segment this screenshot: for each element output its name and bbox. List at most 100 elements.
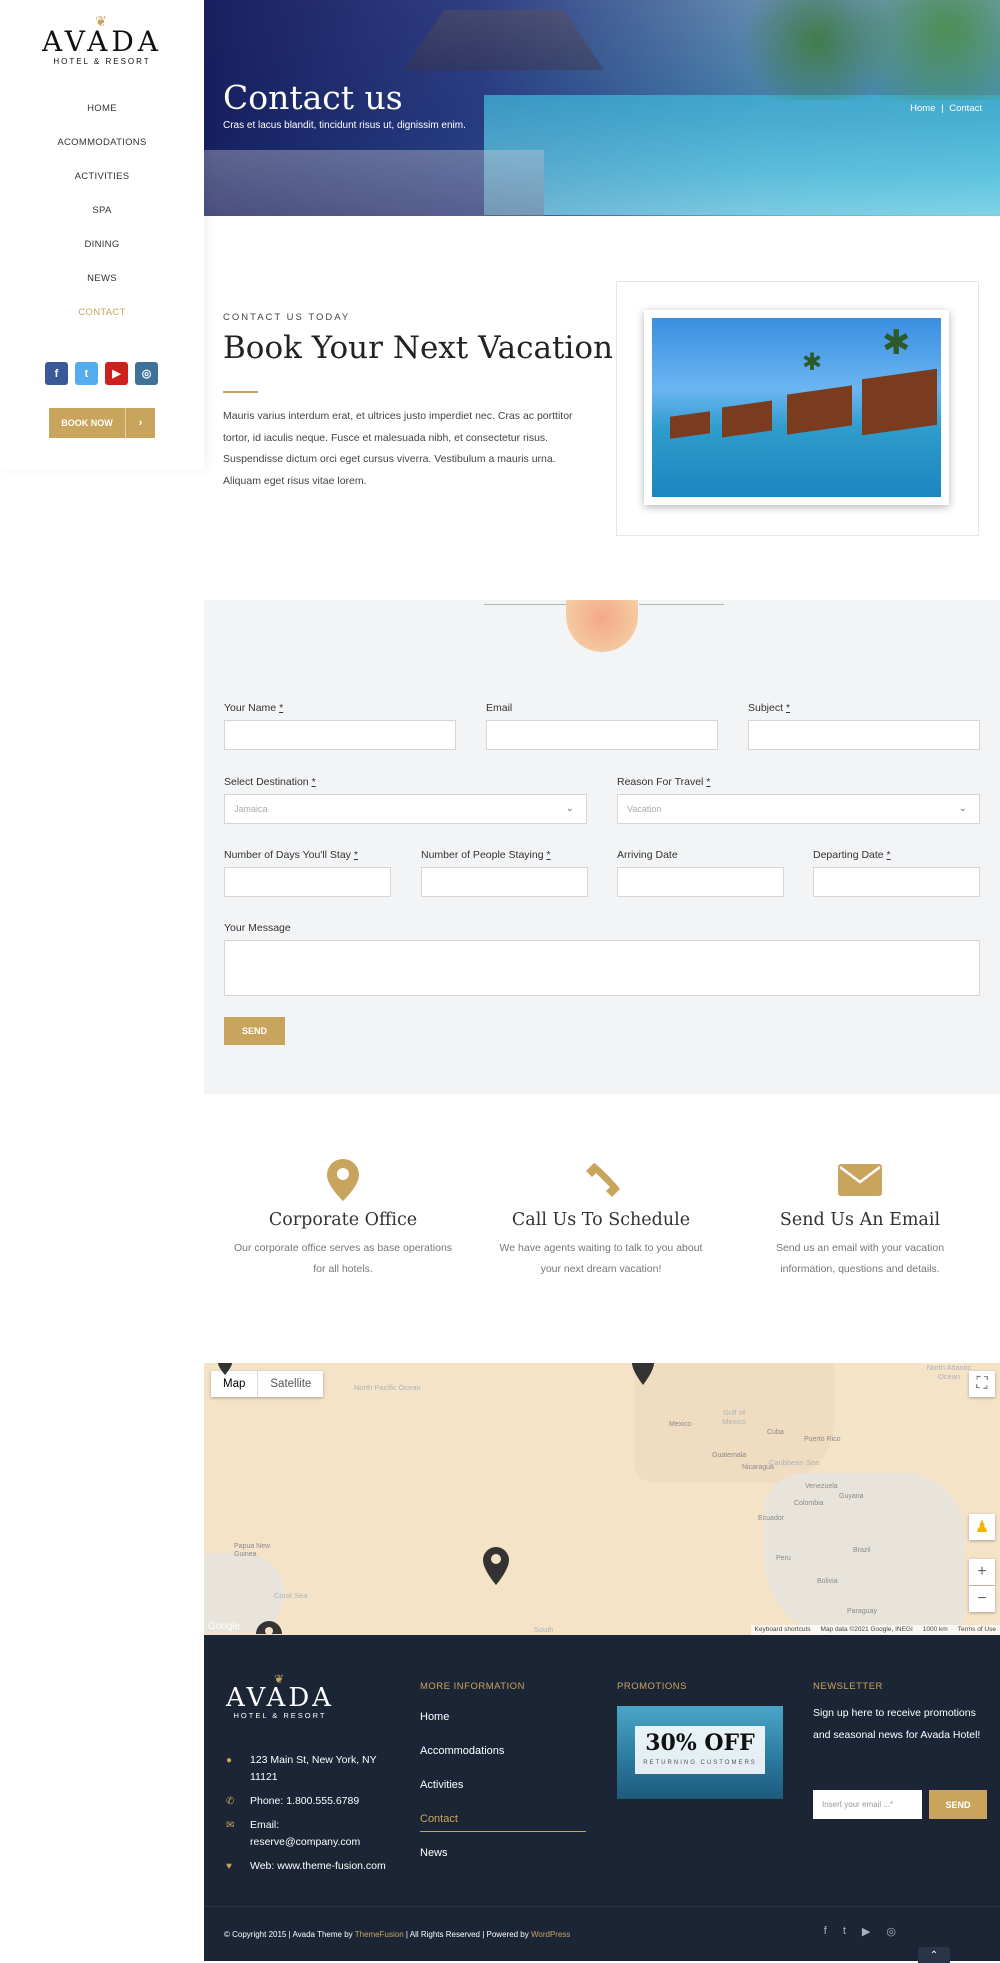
deck-image — [204, 150, 544, 216]
divider — [223, 391, 258, 393]
footer-link-news[interactable]: News — [420, 1840, 586, 1874]
map-label: Peru — [776, 1555, 791, 1562]
main-nav: HOME ACOMMODATIONS ACTIVITIES SPA DINING… — [0, 100, 204, 338]
contact-form-section: Your Name * Email Subject * Select Desti… — [204, 600, 1000, 1094]
keyboard-shortcuts-link[interactable]: Keyboard shortcuts — [755, 1626, 811, 1634]
phone-icon: ✆ — [226, 1796, 235, 1807]
instagram-icon[interactable]: ◎ — [135, 362, 158, 385]
nav-item-accommodations[interactable]: ACOMMODATIONS — [0, 134, 204, 168]
cabana-image — [670, 411, 710, 439]
nav-item-activities[interactable]: ACTIVITIES — [0, 168, 204, 202]
destination-select[interactable]: Jamaica ⌄ — [224, 794, 587, 824]
nav-item-home[interactable]: HOME — [0, 100, 204, 134]
nav-item-news[interactable]: NEWS — [0, 270, 204, 304]
footer-logo-tagline: HOTEL & RESORT — [233, 1711, 327, 1720]
wordpress-link[interactable]: WordPress — [531, 1930, 570, 1939]
departing-label: Departing Date * — [813, 849, 891, 861]
leaf-decoration — [484, 604, 569, 624]
map-marker-icon[interactable] — [218, 1363, 232, 1375]
map-pin-icon: ● — [226, 1755, 233, 1766]
feature-send-email: Send Us An Email Send us an email with y… — [750, 1158, 970, 1280]
reason-value: Vacation — [627, 804, 662, 814]
map-label: Puerto Rico — [804, 1436, 841, 1443]
footer-link-accommodations[interactable]: Accommodations — [420, 1738, 586, 1772]
facebook-icon[interactable]: f — [45, 362, 68, 385]
breadcrumb-current: Contact — [949, 103, 982, 114]
days-field[interactable] — [224, 867, 391, 897]
subject-label: Subject * — [748, 702, 791, 714]
google-logo: Google — [208, 1621, 241, 1632]
name-field[interactable] — [224, 720, 456, 750]
photo-frame: ✱ ✱ — [616, 281, 979, 536]
footer-email[interactable]: ✉ Email: reserve@company.com — [226, 1817, 391, 1851]
youtube-icon[interactable]: ▶ — [862, 1925, 870, 1938]
nav-item-contact[interactable]: CONTACT — [0, 304, 204, 338]
map-label: Guatemala — [712, 1452, 747, 1459]
map-marker-icon[interactable] — [483, 1547, 509, 1585]
more-info-heading: MORE INFORMATION — [420, 1681, 525, 1692]
themefusion-link[interactable]: ThemeFusion — [355, 1930, 404, 1939]
leaf-decoration — [639, 604, 724, 624]
newsletter-email-input[interactable]: Insert your email ...* — [813, 1790, 922, 1819]
facebook-icon[interactable]: f — [824, 1925, 827, 1938]
breadcrumb-home[interactable]: Home — [910, 103, 935, 114]
zoom-in-button[interactable]: + — [969, 1559, 995, 1585]
message-textarea[interactable] — [224, 940, 980, 996]
rose-decoration — [566, 600, 638, 652]
cabana-image — [862, 368, 937, 436]
feature-text: We have agents waiting to talk to you ab… — [499, 1242, 703, 1275]
palm-image: ✱ — [882, 324, 911, 362]
logo[interactable]: ❦ AVADA HOTEL & RESORT — [0, 14, 204, 66]
palm-image: ✱ — [802, 349, 823, 376]
twitter-icon[interactable]: t — [75, 362, 98, 385]
departing-date-field[interactable] — [813, 867, 980, 897]
pegman-icon[interactable]: ♟ — [969, 1514, 995, 1540]
intro-title: Book Your Next Vacation! — [223, 330, 626, 366]
nav-item-dining[interactable]: DINING — [0, 236, 204, 270]
map-marker-icon[interactable] — [256, 1621, 282, 1635]
arriving-date-field[interactable] — [617, 867, 784, 897]
map-label: Coral Sea — [274, 1591, 308, 1600]
google-map[interactable]: North Pacific Ocean North Atlantic Ocean… — [204, 1363, 1000, 1635]
footer-link-contact[interactable]: Contact — [420, 1806, 586, 1832]
email-field[interactable] — [486, 720, 718, 750]
subject-field[interactable] — [748, 720, 980, 750]
logo-name: AVADA — [41, 25, 163, 58]
sidebar: ❦ AVADA HOTEL & RESORT HOME ACOMMODATION… — [0, 0, 204, 470]
name-label: Your Name * — [224, 702, 284, 714]
footer-social: f t ▶ ◎ — [824, 1925, 896, 1938]
fullscreen-icon[interactable]: ⛶ — [969, 1371, 995, 1397]
zoom-out-button[interactable]: − — [969, 1586, 995, 1612]
feature-corporate-office: Corporate Office Our corporate office se… — [233, 1158, 453, 1280]
social-links: f t ▶ ◎ — [45, 362, 158, 385]
trees-image — [740, 0, 1000, 100]
newsletter-send-button[interactable]: SEND — [929, 1790, 987, 1819]
twitter-icon[interactable]: t — [843, 1925, 846, 1938]
cabana-image — [787, 385, 852, 435]
feature-text: Our corporate office serves as base oper… — [233, 1242, 453, 1275]
promo-banner[interactable]: 30% OFF RETURNING CUSTOMERS — [617, 1706, 783, 1799]
footer-logo[interactable]: ❦ AVADA HOTEL & RESORT — [220, 1673, 340, 1720]
map-footer: Keyboard shortcuts Map data ©2021 Google… — [750, 1625, 1000, 1635]
book-now-button[interactable]: BOOK NOW › — [49, 408, 155, 438]
resort-photo: ✱ ✱ — [644, 310, 949, 505]
reason-select[interactable]: Vacation ⌄ — [617, 794, 980, 824]
flower-decoration — [484, 600, 724, 652]
map-tab-satellite[interactable]: Satellite — [258, 1371, 323, 1397]
people-field[interactable] — [421, 867, 588, 897]
footer-link-home[interactable]: Home — [420, 1704, 586, 1738]
footer-web[interactable]: ♥ Web: www.theme-fusion.com — [226, 1858, 391, 1875]
youtube-icon[interactable]: ▶ — [105, 362, 128, 385]
map-marker-icon[interactable] — [632, 1363, 654, 1385]
copyright-bar: © Copyright 2015 | Avada Theme by ThemeF… — [204, 1906, 1000, 1963]
page-title: Contact us — [223, 78, 403, 117]
terms-link[interactable]: Terms of Use — [958, 1626, 996, 1634]
feature-text: Send us an email with your vacation info… — [775, 1242, 945, 1275]
phone-icon — [491, 1158, 711, 1202]
instagram-icon[interactable]: ◎ — [886, 1925, 896, 1938]
newsletter-text: Sign up here to receive promotions and s… — [813, 1707, 981, 1741]
send-button[interactable]: SEND — [224, 1017, 285, 1045]
footer-link-activities[interactable]: Activities — [420, 1772, 586, 1806]
map-label: North Pacific Ocean — [354, 1383, 421, 1392]
nav-item-spa[interactable]: SPA — [0, 202, 204, 236]
